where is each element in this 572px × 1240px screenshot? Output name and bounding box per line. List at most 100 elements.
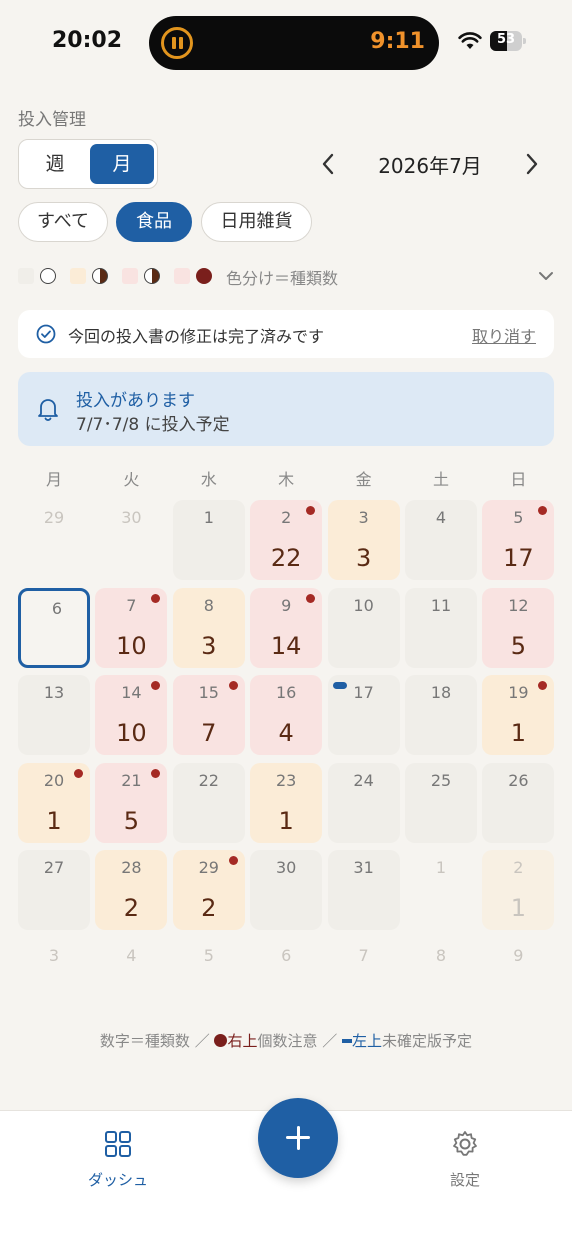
legend-circle-half-icon bbox=[92, 268, 108, 284]
upcoming-alert[interactable]: 投入があります 7/7･7/8 に投入予定 bbox=[18, 372, 554, 446]
day-number: 28 bbox=[121, 858, 142, 877]
item-type-count: 3 bbox=[201, 631, 217, 660]
calendar-day[interactable]: 3 bbox=[18, 938, 90, 1018]
chevron-down-icon[interactable] bbox=[536, 266, 556, 286]
day-number: 23 bbox=[276, 770, 297, 790]
chevron-left-icon[interactable] bbox=[316, 150, 340, 178]
quantity-warning-dot-icon bbox=[151, 593, 161, 603]
day-number: 30 bbox=[121, 508, 142, 527]
item-type-count: 10 bbox=[116, 631, 147, 660]
item-type-count: 5 bbox=[510, 631, 527, 660]
day-number: 3 bbox=[48, 945, 60, 965]
blue-bar-icon bbox=[342, 1039, 353, 1043]
day-number: 9 bbox=[513, 945, 524, 965]
add-button[interactable] bbox=[258, 1098, 338, 1178]
undo-link[interactable]: 取り消す bbox=[472, 323, 536, 347]
calendar-day[interactable]: 19 1 bbox=[482, 675, 555, 755]
tab-dashboard[interactable]: ダッシュ bbox=[63, 1129, 173, 1190]
calendar-day[interactable]: 8 bbox=[405, 938, 477, 1018]
day-number: 16 bbox=[276, 683, 297, 702]
calendar-day[interactable]: 7 10 bbox=[95, 587, 168, 668]
day-number: 5 bbox=[203, 945, 214, 965]
day-number: 13 bbox=[43, 683, 65, 702]
item-type-count: 17 bbox=[503, 544, 534, 572]
calendar-day[interactable]: 6 bbox=[250, 938, 322, 1018]
week-view-button[interactable]: 週 bbox=[23, 144, 87, 184]
calendar-day[interactable]: 10 bbox=[327, 587, 400, 668]
calendar-day[interactable]: 5 bbox=[173, 938, 245, 1018]
calendar-day-today[interactable]: 6 bbox=[18, 587, 90, 668]
item-type-count: 4 bbox=[278, 719, 294, 747]
quantity-warning-dot-icon bbox=[151, 768, 161, 778]
calendar-day[interactable]: 13 bbox=[18, 675, 90, 755]
color-legend[interactable]: 色分け＝種類数 bbox=[18, 262, 554, 290]
calendar-day[interactable]: 30 bbox=[250, 850, 323, 930]
calendar-day[interactable]: 25 bbox=[405, 762, 477, 843]
calendar-day[interactable]: 5 17 bbox=[482, 500, 555, 580]
calendar-day[interactable]: 17 bbox=[327, 675, 400, 755]
legend-circle-half-icon bbox=[144, 268, 160, 284]
month-view-button[interactable]: 月 bbox=[90, 144, 154, 184]
tab-settings[interactable]: 設定 bbox=[410, 1129, 520, 1190]
calendar-day[interactable]: 21 bbox=[482, 850, 555, 930]
calendar-day[interactable]: 27 bbox=[18, 850, 90, 930]
month-label: 2026年7月 bbox=[378, 154, 482, 178]
calendar-day[interactable]: 31 bbox=[327, 850, 400, 930]
filter-chip-food[interactable]: 食品 bbox=[116, 202, 192, 242]
calendar-day[interactable]: 22 bbox=[172, 762, 245, 843]
calendar-day[interactable]: 4 bbox=[405, 500, 477, 580]
footnote-part1: 数字＝種類数 ／ bbox=[99, 1032, 215, 1050]
grid-icon bbox=[105, 1131, 131, 1157]
calendar-day[interactable]: 24 bbox=[327, 762, 400, 843]
calendar-day[interactable]: 18 bbox=[405, 675, 477, 755]
item-type-count: 1 bbox=[510, 719, 527, 747]
calendar-day[interactable]: 29 bbox=[18, 500, 90, 580]
alert-subtitle: 7/7･7/8 に投入予定 bbox=[76, 415, 230, 435]
day-number: 3 bbox=[358, 508, 369, 527]
calendar-day[interactable]: 20 1 bbox=[18, 762, 90, 843]
calendar-day[interactable]: 21 5 bbox=[95, 762, 168, 843]
legend-circle-full-icon bbox=[196, 268, 212, 284]
calendar-day[interactable]: 2 22 bbox=[250, 500, 323, 580]
legend-circle-empty-icon bbox=[40, 268, 56, 284]
item-type-count: 1 bbox=[46, 806, 62, 835]
calendar-day[interactable]: 12 5 bbox=[482, 587, 555, 668]
calendar-day[interactable]: 1 bbox=[172, 500, 245, 580]
dynamic-island[interactable]: 9:11 bbox=[149, 16, 439, 70]
calendar-day[interactable]: 16 4 bbox=[250, 675, 323, 755]
calendar-day[interactable]: 28 2 bbox=[95, 850, 168, 930]
legend-swatch-orange bbox=[70, 268, 86, 284]
day-number: 18 bbox=[430, 683, 452, 702]
calendar-day[interactable]: 14 10 bbox=[95, 675, 168, 755]
filter-chip-all[interactable]: すべて bbox=[18, 202, 108, 242]
calendar-day[interactable]: 9 14 bbox=[250, 587, 323, 668]
calendar-day[interactable]: 30 bbox=[95, 500, 167, 580]
calendar-day[interactable]: 4 bbox=[95, 938, 167, 1018]
calendar-day[interactable]: 26 bbox=[482, 762, 555, 843]
calendar-day[interactable]: 23 1 bbox=[250, 762, 323, 843]
calendar-day[interactable]: 83 bbox=[172, 587, 245, 668]
pause-icon[interactable] bbox=[161, 27, 193, 59]
item-type-count: 5 bbox=[123, 806, 140, 835]
day-number: 27 bbox=[43, 858, 65, 877]
item-type-count: 2 bbox=[201, 894, 217, 922]
battery-icon: 53 bbox=[490, 31, 526, 51]
wifi-icon bbox=[458, 32, 482, 49]
day-number: 4 bbox=[126, 945, 137, 965]
chevron-right-icon[interactable] bbox=[520, 150, 544, 178]
unconfirmed-schedule-bar-icon bbox=[332, 682, 347, 689]
calendar-day[interactable]: 15 7 bbox=[172, 675, 245, 755]
calendar-day[interactable]: 33 bbox=[327, 500, 400, 580]
status-bar: 20:02 9:11 53 bbox=[0, 0, 572, 90]
gear-icon bbox=[453, 1131, 477, 1156]
calendar-day[interactable]: 1 bbox=[405, 850, 477, 930]
calendar-day[interactable]: 29 2 bbox=[172, 850, 245, 930]
calendar-day[interactable]: 9 bbox=[482, 938, 554, 1018]
red-dot-icon bbox=[214, 1034, 228, 1047]
filter-chip-goods[interactable]: 日用雑貨 bbox=[201, 202, 312, 242]
check-circle-icon bbox=[36, 324, 56, 344]
calendar-day[interactable]: 7 bbox=[328, 938, 400, 1018]
legend-swatch-pink bbox=[174, 268, 190, 284]
calendar-day[interactable]: 11 bbox=[405, 587, 477, 668]
quantity-warning-dot-icon bbox=[228, 856, 238, 865]
